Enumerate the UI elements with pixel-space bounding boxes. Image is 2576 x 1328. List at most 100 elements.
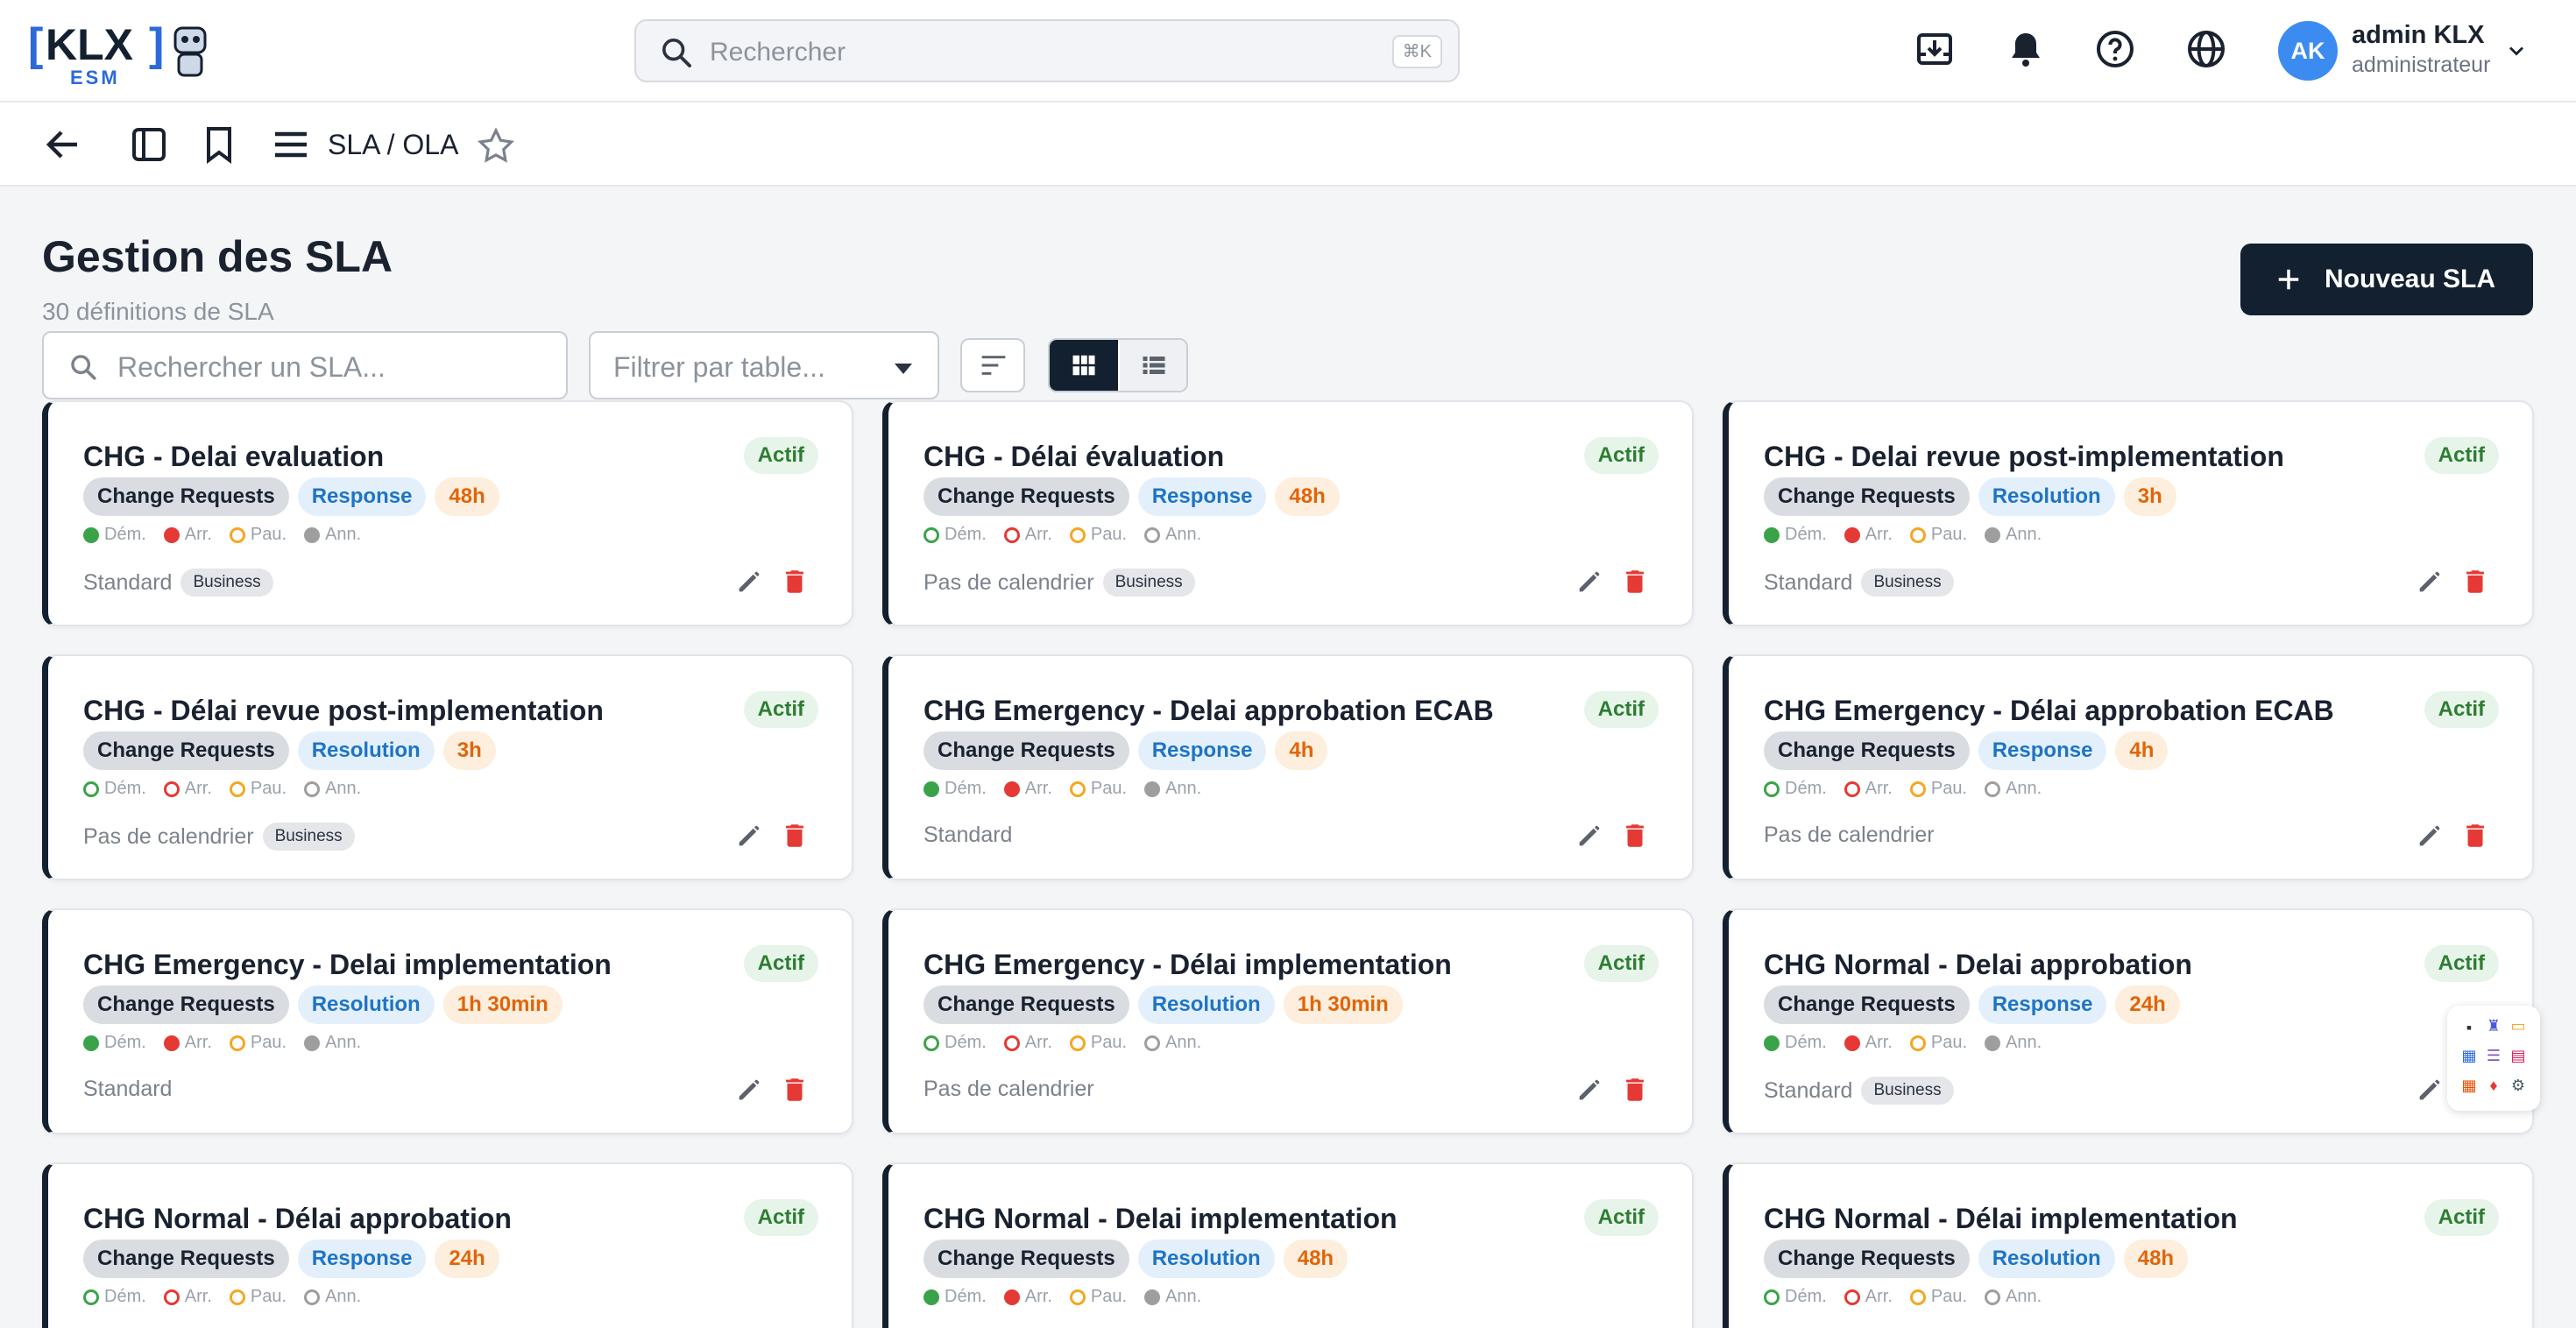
sla-card-title[interactable]: CHG Normal - Delai approbation — [1764, 949, 2192, 981]
edit-icon[interactable] — [1575, 821, 1604, 851]
sla-card[interactable]: CHG Emergency - Delai approbation ECAB A… — [882, 654, 1694, 880]
table-chip: Change Requests — [83, 477, 289, 516]
new-sla-button[interactable]: Nouveau SLA — [2240, 244, 2533, 315]
cancel-dot — [304, 1035, 321, 1051]
legend-stop-label: Arr. — [184, 779, 212, 798]
edit-icon[interactable] — [2415, 821, 2445, 851]
edit-icon[interactable] — [734, 567, 764, 597]
sla-card[interactable]: CHG - Délai évaluation Actif Change Requ… — [882, 400, 1694, 626]
legend-cancel: Ann. — [1985, 1287, 2042, 1307]
user-role: administrateur — [2352, 53, 2491, 77]
calendar-label: Standard — [83, 569, 173, 595]
page-subtitle: 30 définitions de SLA — [42, 298, 274, 325]
sla-card[interactable]: CHG Emergency - Délai implementation Act… — [882, 908, 1694, 1134]
legend-stop: Arr. — [1003, 525, 1052, 545]
sla-card[interactable]: CHG Normal - Delai implementation Actif … — [882, 1162, 1694, 1328]
legend-pause-label: Pau. — [1930, 779, 1968, 798]
delete-icon[interactable] — [780, 821, 810, 851]
sla-card[interactable]: CHG Normal - Delai approbation Actif Cha… — [1723, 908, 2534, 1134]
sla-card[interactable]: CHG Emergency - Délai approbation ECAB A… — [1723, 654, 2534, 880]
grid-view-button[interactable] — [1050, 340, 1118, 391]
legend-start: Dém. — [924, 1033, 987, 1053]
back-arrow-icon[interactable] — [42, 124, 84, 166]
delete-icon[interactable] — [2460, 567, 2490, 597]
delete-icon[interactable] — [1620, 821, 1650, 851]
sla-card-title[interactable]: CHG Normal - Délai implementation — [1764, 1203, 2238, 1235]
delete-icon[interactable] — [780, 1075, 810, 1105]
sla-card-title[interactable]: CHG - Delai revue post-implementation — [1764, 441, 2284, 473]
delete-icon[interactable] — [1620, 1075, 1650, 1105]
status-badge: Actif — [1583, 691, 1659, 728]
sla-card-title[interactable]: CHG Emergency - Delai implementation — [83, 949, 612, 981]
edit-icon[interactable] — [2415, 567, 2445, 597]
globe-icon[interactable] — [2185, 28, 2227, 70]
sla-card[interactable]: CHG - Delai revue post-implementation Ac… — [1723, 400, 2534, 626]
tasks-icon[interactable]: ☰ — [2484, 1046, 2503, 1065]
edit-icon[interactable] — [734, 821, 764, 851]
legend-cancel: Ann. — [1985, 525, 2042, 545]
pause-dot — [229, 781, 245, 797]
sla-card-title[interactable]: CHG Normal - Délai approbation — [83, 1203, 512, 1235]
edit-icon[interactable] — [2415, 1075, 2445, 1105]
edit-icon[interactable] — [1575, 567, 1604, 597]
bookmark-icon[interactable] — [198, 124, 240, 166]
legend-start-label: Dém. — [945, 525, 987, 544]
help-icon[interactable] — [2094, 28, 2136, 70]
bell-icon[interactable] — [2005, 28, 2047, 70]
status-badge: Actif — [743, 691, 818, 728]
global-search[interactable]: Rechercher ⌘K — [634, 19, 1460, 82]
sla-card-title[interactable]: CHG - Délai évaluation — [924, 441, 1224, 473]
calendar-type-badge: Business — [262, 823, 355, 851]
type-chip: Resolution — [1137, 1240, 1275, 1278]
sidebar-toggle-icon[interactable] — [128, 124, 170, 166]
legend-stop: Arr. — [1003, 1033, 1052, 1053]
sla-card-title[interactable]: CHG Normal - Delai implementation — [924, 1203, 1398, 1235]
list-view-button[interactable] — [1120, 340, 1186, 391]
pause-dot — [1069, 781, 1086, 797]
delete-icon[interactable] — [780, 567, 810, 597]
table-filter-select[interactable]: Filtrer par table... — [589, 331, 939, 399]
klx-esm-logo[interactable]: [ KLX ] ESM — [28, 16, 221, 86]
edit-icon[interactable] — [1575, 1075, 1604, 1105]
robot-icon[interactable]: ♜ — [2484, 1016, 2503, 1035]
sla-card-title[interactable]: CHG - Delai evaluation — [83, 441, 384, 473]
legend-pause-label: Pau. — [250, 525, 287, 544]
alert-icon[interactable]: ♦ — [2484, 1076, 2503, 1095]
sla-search-input[interactable]: Rechercher un SLA... — [42, 331, 568, 399]
apps-icon[interactable]: ▦ — [2459, 1076, 2479, 1095]
sla-card[interactable]: CHG Normal - Délai approbation Actif Cha… — [42, 1162, 853, 1328]
duration-chip: 1h 30min — [1283, 985, 1403, 1024]
quick-apps-widget[interactable]: ▪ ♜ ▭ ▦ ☰ ▤ ▦ ♦ ⚙ — [2447, 1006, 2540, 1111]
type-chip: Response — [1137, 731, 1267, 770]
sort-button[interactable] — [960, 338, 1025, 392]
delete-icon[interactable] — [2460, 821, 2490, 851]
sla-card-title[interactable]: CHG Emergency - Delai approbation ECAB — [924, 695, 1494, 727]
calendar-info: Pas de calendrier — [924, 1077, 1094, 1102]
gear-icon[interactable]: ⚙ — [2509, 1076, 2528, 1095]
legend-pause: Pau. — [1069, 525, 1127, 545]
edit-icon[interactable] — [734, 1075, 764, 1105]
chat-icon[interactable]: ▪ — [2459, 1018, 2479, 1037]
condition-legend: Dém. Arr. Pau. Ann. — [83, 1033, 361, 1053]
star-icon[interactable] — [475, 125, 517, 167]
type-chip: Resolution — [1137, 985, 1275, 1024]
sla-card-title[interactable]: CHG Emergency - Délai implementation — [924, 949, 1452, 981]
avatar[interactable]: AK — [2278, 21, 2338, 81]
sla-card[interactable]: CHG - Delai evaluation Actif Change Requ… — [42, 400, 853, 626]
calendar-icon[interactable]: ▤ — [2509, 1046, 2528, 1065]
dashboard-icon[interactable]: ▦ — [2459, 1046, 2479, 1065]
sla-card[interactable]: CHG Emergency - Delai implementation Act… — [42, 908, 853, 1134]
legend-start-label: Dém. — [1785, 779, 1827, 798]
sla-card[interactable]: CHG - Délai revue post-implementation Ac… — [42, 654, 853, 880]
delete-icon[interactable] — [1620, 567, 1650, 597]
window-icon[interactable]: ▭ — [2509, 1016, 2528, 1035]
start-dot — [924, 526, 939, 543]
sla-card-title[interactable]: CHG Emergency - Délai approbation ECAB — [1764, 695, 2334, 727]
download-icon[interactable] — [1914, 28, 1956, 70]
table-chip: Change Requests — [924, 985, 1129, 1024]
sla-card[interactable]: CHG Normal - Délai implementation Actif … — [1723, 1162, 2534, 1328]
menu-icon[interactable] — [270, 124, 312, 166]
sla-card-title[interactable]: CHG - Délai revue post-implementation — [83, 695, 604, 727]
chevron-down-icon[interactable] — [2504, 39, 2529, 63]
user-name[interactable]: admin KLX — [2352, 21, 2484, 50]
